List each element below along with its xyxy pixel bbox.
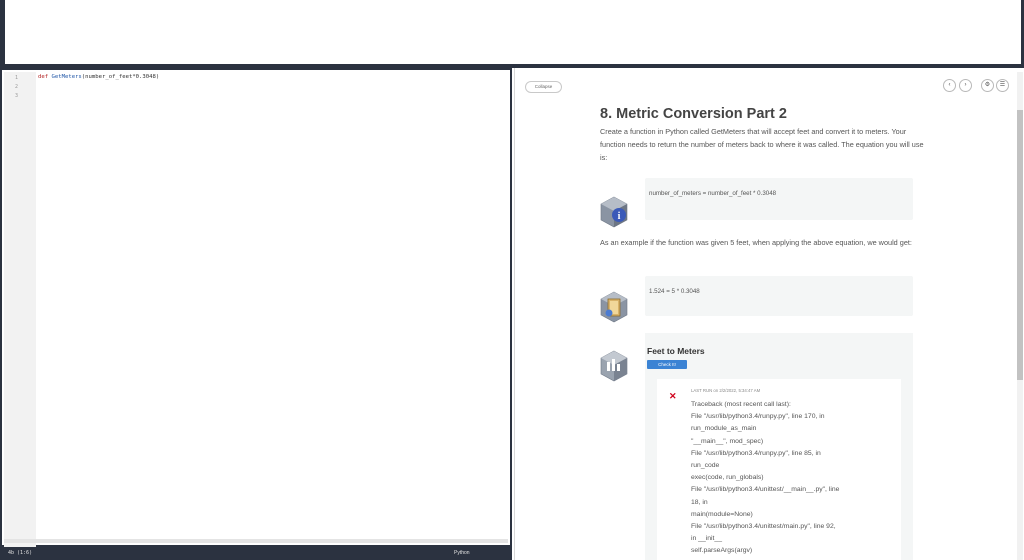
traceback-line: main(module=None) xyxy=(691,510,753,518)
previous-page-button[interactable]: ‹ xyxy=(943,79,956,92)
test-cube-icon xyxy=(600,350,628,382)
traceback-line: run_module_as_main xyxy=(691,425,757,433)
line-number: 2 xyxy=(14,84,18,90)
code-line[interactable]: def GetMeters(number_of_feet*0.3048) xyxy=(38,74,159,80)
example-text: As an example if the function was given … xyxy=(600,238,912,247)
traceback-line: "__main__", mod_spec) xyxy=(691,437,764,445)
page-title: 8. Metric Conversion Part 2 xyxy=(600,106,787,122)
scrollbar-thumb[interactable] xyxy=(1017,110,1023,380)
traceback-line: in __init__ xyxy=(691,535,722,543)
menu-icon[interactable]: ☰ xyxy=(996,79,1009,92)
intro-text: Create a function in Python called GetMe… xyxy=(600,127,924,162)
code-editor[interactable]: 1 2 3 def GetMeters(number_of_feet*0.304… xyxy=(0,68,512,560)
test-title: Feet to Meters xyxy=(647,346,705,356)
example-card: 1.524 = 5 * 0.3048 xyxy=(645,276,913,316)
top-panel xyxy=(5,0,1021,64)
test-result-panel: ✕ LAST RUN on 2/2/2022, 5:34:47 AM Trace… xyxy=(657,379,901,560)
fail-icon: ✕ xyxy=(669,391,677,401)
traceback-line: Traceback (most recent call last): xyxy=(691,401,791,408)
horizontal-scrollbar[interactable] xyxy=(4,539,508,543)
info-icon: i xyxy=(600,196,628,228)
collapse-button[interactable]: Collapse xyxy=(525,81,562,93)
door-icon xyxy=(600,291,628,323)
svg-text:i: i xyxy=(618,211,621,222)
code-arguments: (number_of_feet*0.3048) xyxy=(81,74,160,80)
guide-panel: Collapse ‹ › ⚙ ☰ 8. Metric Conversion Pa… xyxy=(514,68,1024,560)
equation-text: number_of_meters = number_of_feet * 0.30… xyxy=(649,190,777,197)
equation-card: number_of_meters = number_of_feet * 0.30… xyxy=(645,178,913,220)
next-page-button[interactable]: › xyxy=(959,79,972,92)
traceback-line: File "/usr/lib/python3.4/unittest/__main… xyxy=(691,486,840,494)
traceback-line: File "/usr/lib/python3.4/unittest/main.p… xyxy=(691,523,836,531)
traceback-line: 18, in xyxy=(691,498,708,506)
cursor-position: 4b (1:6) xyxy=(8,550,33,556)
traceback-line: run_code xyxy=(691,462,720,470)
settings-icon[interactable]: ⚙ xyxy=(981,79,994,92)
language-mode[interactable]: Python xyxy=(454,550,470,556)
traceback-line: File "/usr/lib/python3.4/runpy.py", line… xyxy=(691,413,825,421)
example-result: 1.524 = 5 * 0.3048 xyxy=(649,288,700,295)
code-keyword: def xyxy=(38,74,49,80)
editor-frame: 1 2 3 def GetMeters(number_of_feet*0.304… xyxy=(0,68,512,547)
traceback-line: exec(code, run_globals) xyxy=(691,474,764,482)
traceback-line: File "/usr/lib/python3.4/runpy.py", line… xyxy=(691,449,821,457)
traceback-output: Traceback (most recent call last): File … xyxy=(691,399,839,558)
top-frame xyxy=(0,0,1024,68)
check-it-button[interactable]: Check It! xyxy=(647,360,687,369)
line-number: 1 xyxy=(14,75,18,81)
test-card: Feet to Meters Check It! ✕ LAST RUN on 2… xyxy=(645,333,913,560)
editor-status-bar: 4b (1:6) Python xyxy=(0,547,512,560)
traceback-line: self.parseArgs(argv) xyxy=(691,547,753,555)
line-number: 3 xyxy=(14,93,18,99)
code-function-name: GetMeters xyxy=(51,74,82,80)
line-gutter: 1 2 3 xyxy=(4,72,36,547)
last-run-timestamp: LAST RUN on 2/2/2022, 5:34:47 AM xyxy=(691,388,761,393)
